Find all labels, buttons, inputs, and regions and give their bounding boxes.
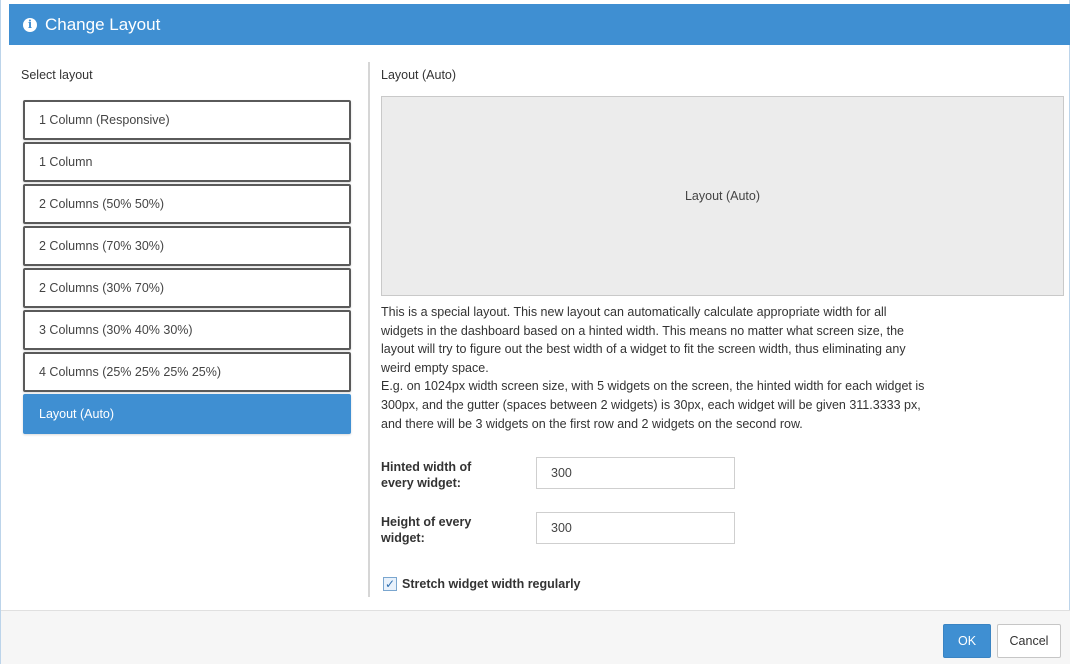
hinted-width-label-line: every widget: bbox=[381, 476, 461, 490]
layout-option-2-columns-70-30[interactable]: 2 Columns (70% 30%) bbox=[23, 226, 351, 266]
description-line: layout will try to figure out the best w… bbox=[381, 342, 906, 357]
description-line: widgets in the dashboard based on a hint… bbox=[381, 323, 904, 338]
widget-height-label-line: widget: bbox=[381, 531, 425, 545]
panel-divider bbox=[368, 62, 370, 597]
stretch-widget-checkbox[interactable]: ✓ bbox=[383, 577, 397, 591]
ok-button[interactable]: OK bbox=[943, 624, 991, 658]
layout-option-3-columns[interactable]: 3 Columns (30% 40% 30%) bbox=[23, 310, 351, 350]
description-line: weird empty space. bbox=[381, 360, 489, 375]
layout-heading: Layout (Auto) bbox=[381, 68, 457, 82]
select-layout-label: Select layout bbox=[21, 68, 93, 82]
dialog-titlebar: i Change Layout bbox=[9, 4, 1070, 45]
stretch-widget-label: Stretch widget width regularly bbox=[402, 577, 581, 591]
hinted-width-input[interactable] bbox=[536, 457, 735, 489]
layout-option-1-column[interactable]: 1 Column bbox=[23, 142, 351, 182]
description-line: This is a special layout. This new layou… bbox=[381, 305, 887, 319]
description-line: E.g. on 1024px width screen size, with 5… bbox=[381, 379, 925, 394]
dialog-footer: OK Cancel bbox=[1, 610, 1070, 664]
dialog-title: Change Layout bbox=[45, 14, 161, 34]
cancel-button[interactable]: Cancel bbox=[997, 624, 1061, 658]
hinted-width-label-line: Hinted width of bbox=[381, 460, 472, 474]
widget-height-label-line: Height of every bbox=[381, 515, 472, 529]
stretch-widget-option[interactable]: ✓ Stretch widget width regularly bbox=[383, 577, 581, 591]
info-icon: i bbox=[23, 17, 37, 32]
change-layout-dialog: i Change Layout Select layout 1 Column (… bbox=[0, 0, 1070, 664]
layout-option-2-columns-30-70[interactable]: 2 Columns (30% 70%) bbox=[23, 268, 351, 308]
widget-height-label: Height of every widget: bbox=[381, 514, 521, 546]
hinted-width-label: Hinted width of every widget: bbox=[381, 459, 521, 491]
layout-option-1-column-responsive[interactable]: 1 Column (Responsive) bbox=[23, 100, 351, 140]
layout-option-2-columns-50-50[interactable]: 2 Columns (50% 50%) bbox=[23, 184, 351, 224]
layout-option-auto[interactable]: Layout (Auto) bbox=[23, 394, 351, 434]
description-line: 300px, and the gutter (spaces between 2 … bbox=[381, 397, 921, 412]
widget-height-input[interactable] bbox=[536, 512, 735, 544]
layout-preview: Layout (Auto) bbox=[381, 96, 1064, 296]
layout-option-4-columns[interactable]: 4 Columns (25% 25% 25% 25%) bbox=[23, 352, 351, 392]
layout-preview-label: Layout (Auto) bbox=[684, 189, 761, 203]
layout-description: This is a special layout. This new layou… bbox=[381, 303, 1070, 433]
description-line: and there will be 3 widgets on the first… bbox=[381, 416, 803, 431]
